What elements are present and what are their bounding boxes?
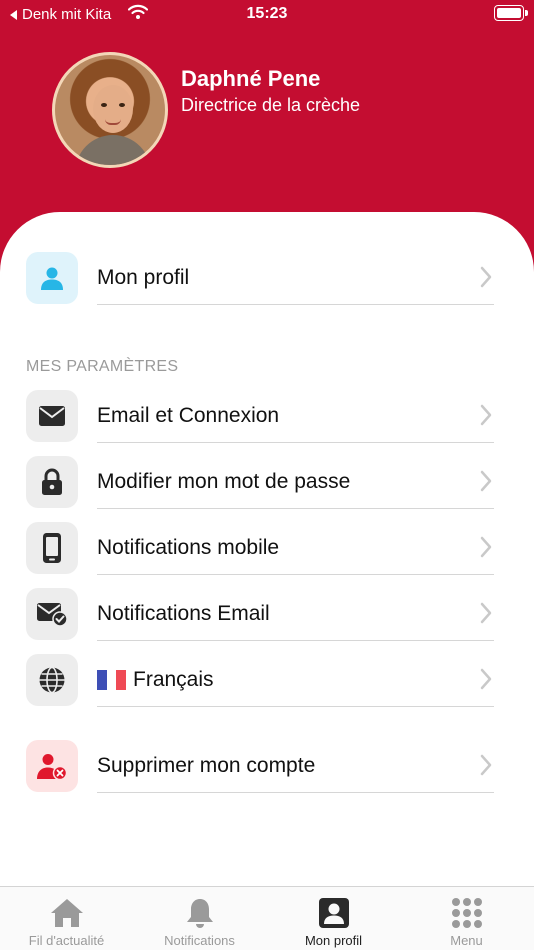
tab-label: Fil d'actualité: [28, 933, 105, 948]
menu-item-label: Notifications mobile: [97, 536, 280, 559]
tab-bar: Fil d'actualité Notifications Mon profil…: [0, 886, 534, 950]
smartphone-icon: [26, 522, 78, 574]
user-name: Daphné Pene: [181, 66, 321, 91]
profile-card-icon: [316, 896, 352, 930]
tab-news-feed[interactable]: Fil d'actualité: [0, 887, 133, 950]
home-icon: [49, 896, 85, 930]
status-time: 15:23: [246, 5, 288, 22]
chevron-right-icon: [480, 602, 492, 629]
divider: [97, 508, 494, 509]
envelope-check-icon: [26, 588, 78, 640]
person-icon: [26, 252, 78, 304]
chevron-right-icon: [480, 266, 492, 293]
menu-item-label-row: Français: [97, 668, 214, 692]
menu-item-label: Supprimer mon compte: [97, 754, 316, 777]
battery-icon: [494, 5, 528, 21]
divider: [97, 442, 494, 443]
menu-item-email-notifications[interactable]: Notifications Email: [0, 588, 534, 654]
chevron-right-icon: [480, 668, 492, 695]
menu-item-label: Notifications Email: [97, 602, 270, 625]
tab-my-profile[interactable]: Mon profil: [267, 887, 400, 950]
menu-item-label: Mon profil: [97, 266, 190, 289]
menu-item-label: Modifier mon mot de passe: [97, 470, 351, 493]
globe-icon: [26, 654, 78, 706]
menu-item-language[interactable]: Français: [0, 654, 534, 720]
menu-item-label: Email et Connexion: [97, 404, 280, 427]
status-bar: Denk mit Kita 15:23: [0, 0, 534, 28]
tab-label: Mon profil: [304, 933, 363, 948]
lock-icon: [26, 456, 78, 508]
tab-menu[interactable]: Menu: [400, 887, 533, 950]
envelope-icon: [26, 390, 78, 442]
divider: [97, 304, 494, 305]
chevron-right-icon: [480, 404, 492, 431]
avatar[interactable]: [52, 52, 168, 168]
tab-label: Notifications: [164, 933, 235, 948]
grid-icon: [449, 896, 485, 930]
user-role: Directrice de la crèche: [181, 95, 361, 115]
chevron-right-icon: [480, 754, 492, 781]
divider: [97, 792, 494, 793]
menu-item-delete-account[interactable]: Supprimer mon compte: [0, 740, 534, 806]
bell-icon: [182, 896, 218, 930]
menu-item-email-login[interactable]: Email et Connexion: [0, 390, 534, 456]
divider: [97, 706, 494, 707]
chevron-right-icon: [480, 536, 492, 563]
user-remove-icon: [26, 740, 78, 792]
tab-notifications[interactable]: Notifications: [133, 887, 266, 950]
language-label: Français: [133, 668, 214, 691]
chevron-right-icon: [480, 470, 492, 497]
menu-item-change-password[interactable]: Modifier mon mot de passe: [0, 456, 534, 522]
france-flag-icon: [97, 670, 127, 690]
divider: [97, 640, 494, 641]
tab-label: Menu: [450, 933, 483, 948]
menu-item-mobile-notifications[interactable]: Notifications mobile: [0, 522, 534, 588]
menu-item-my-profile[interactable]: Mon profil: [0, 252, 534, 318]
divider: [97, 574, 494, 575]
section-title-settings: MES PARAMÈTRES: [26, 358, 179, 375]
